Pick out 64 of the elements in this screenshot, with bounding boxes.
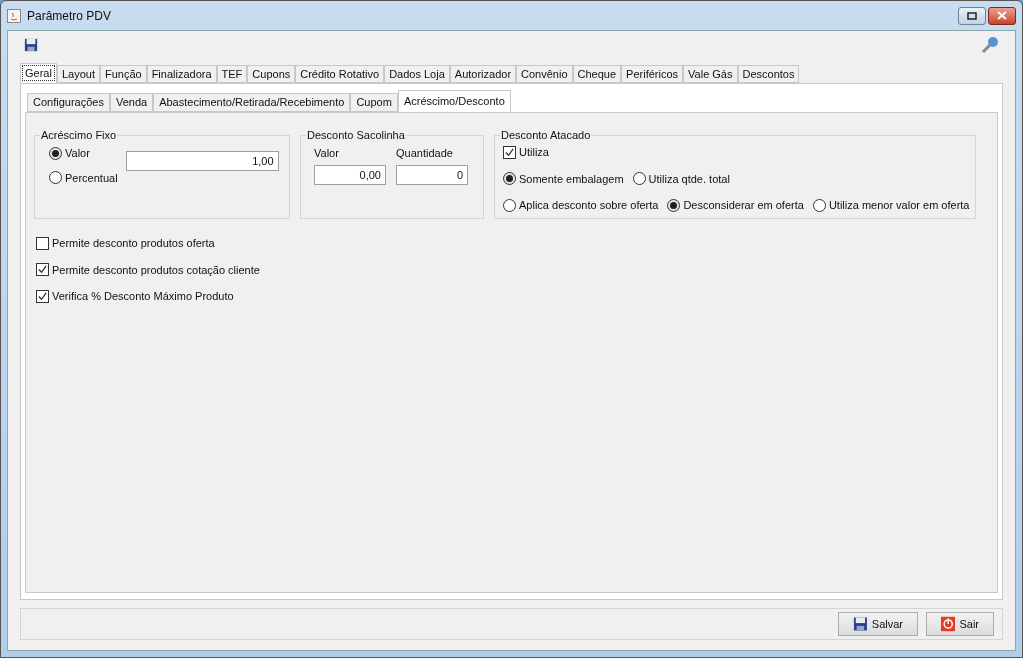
radio-button[interactable] [812,198,826,212]
check-icon [37,264,48,276]
tab[interactable]: Crédito Rotativo [295,65,385,83]
tab[interactable]: Função [99,65,147,83]
save-button[interactable]: Salvar [838,612,918,636]
radio-button[interactable] [503,198,516,212]
radio-label[interactable]: Utiliza qtde. total [648,170,730,187]
radio-button[interactable] [49,171,62,185]
window-title: Parâmetro PDV [27,7,112,25]
tab[interactable]: Vale Gás [683,65,738,83]
tab[interactable]: TEF [216,65,248,83]
restore-icon [967,11,977,20]
radio-label[interactable]: Desconsiderar em oferta [683,197,804,214]
radio-label[interactable]: Somente embalagem [519,170,624,187]
tab[interactable]: Geral [20,63,57,83]
restore-button[interactable] [958,6,986,25]
tab[interactable]: Abastecimento/Retirada/Recebimento [153,93,351,112]
tab[interactable]: Configurações [27,93,110,112]
tab[interactable]: Layout [56,65,100,83]
checkbox[interactable] [36,289,49,303]
checkbox-label[interactable]: Verifica % Desconto Máximo Produto [52,288,234,305]
group-title: Desconto Atacado [500,128,592,142]
tab[interactable]: Periféricos [621,65,684,83]
tab[interactable]: Venda [109,93,154,112]
tab[interactable]: Convênio [516,65,573,83]
check-icon [504,146,515,158]
checkbox-label[interactable]: Permite desconto produtos oferta [52,235,215,252]
checkbox-label[interactable]: Permite desconto produtos cotação cliente [52,261,260,278]
power-icon [941,616,956,632]
tab[interactable]: Finalizadora [146,65,217,83]
tab[interactable]: Cupons [247,65,296,83]
tab[interactable]: Cheque [572,65,622,83]
tab[interactable]: Acréscimo/Desconto [397,90,511,112]
app-icon [7,8,21,23]
radio-label[interactable]: Utiliza menor valor em oferta [828,197,970,214]
key-icon[interactable] [981,36,999,54]
checkbox[interactable] [36,263,49,277]
checkbox[interactable] [503,145,516,159]
radio-button[interactable] [503,172,516,186]
close-button[interactable] [988,6,1016,25]
radio-button[interactable] [49,146,62,160]
save-icon [853,616,868,632]
save-icon [24,38,38,52]
tab[interactable]: Descontos [737,65,800,83]
input-field[interactable]: 1,00 [125,151,279,171]
radio-button[interactable] [632,172,646,186]
exit-button[interactable]: Sair [926,612,994,636]
checkbox-label[interactable]: Utiliza [519,144,549,161]
field-label: Quantidade [396,146,454,161]
radio-label[interactable]: Valor [65,145,90,162]
tab[interactable]: Cupom [350,93,398,112]
close-icon [997,11,1007,20]
group-title: Acréscimo Fixo [40,128,118,142]
input-field[interactable]: 0 [396,164,468,185]
group-title: Desconto Sacolinha [306,128,406,142]
field-label: Valor [314,146,340,161]
radio-label[interactable]: Aplica desconto sobre oferta [519,197,659,214]
check-icon [37,290,48,302]
checkbox[interactable] [36,236,49,250]
tab[interactable]: Autorizador [449,65,517,83]
input-field[interactable]: 0,00 [314,164,386,185]
tab[interactable]: Dados Loja [384,65,450,83]
radio-button[interactable] [667,198,681,212]
radio-label[interactable]: Percentual [65,169,118,186]
